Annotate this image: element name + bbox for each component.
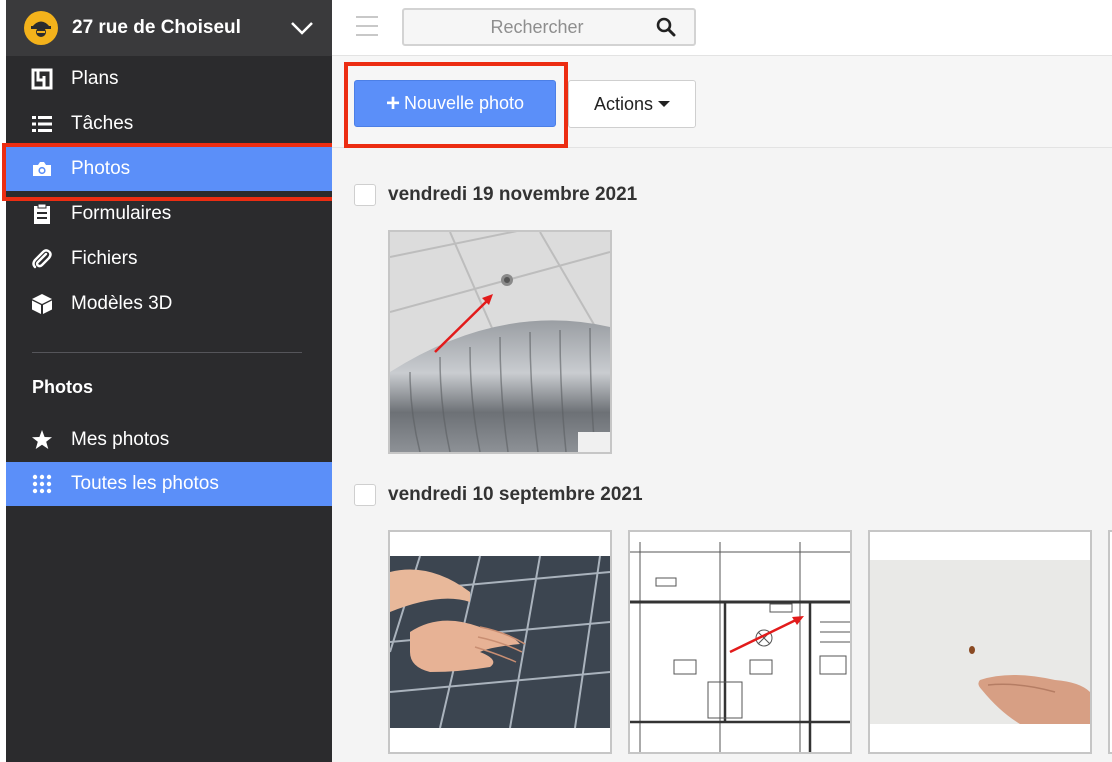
plus-icon: +: [385, 89, 400, 117]
group-select-checkbox[interactable]: [354, 484, 376, 506]
nav-item-toutes-les-photos[interactable]: Toutes les photos: [6, 462, 332, 506]
date-group-header: vendredi 19 novembre 2021: [354, 184, 637, 206]
chevron-down-icon[interactable]: [272, 21, 332, 35]
clipboard-icon: [30, 202, 54, 226]
caret-down-icon: [658, 101, 671, 107]
nav-item-label: Photos: [71, 157, 131, 179]
toolbar: + Nouvelle photo Actions: [332, 56, 1112, 148]
list-icon: [30, 112, 54, 136]
nav-item-label: Toutes les photos: [71, 473, 219, 494]
top-bar: Rechercher: [332, 0, 1112, 56]
nav-item-label: Mes photos: [71, 429, 170, 450]
paperclip-icon: [30, 247, 54, 271]
cube-icon: [30, 292, 54, 316]
new-photo-label: Nouvelle photo: [403, 93, 525, 113]
photo-thumbnail[interactable]: [388, 530, 612, 754]
camera-icon: [30, 157, 54, 181]
hamburger-menu-icon[interactable]: [356, 16, 378, 38]
nav-item-formulaires[interactable]: Formulaires: [6, 191, 332, 236]
floor-plan-photo: [630, 532, 850, 752]
solar-panel-photo: [390, 532, 610, 752]
search-input[interactable]: Rechercher: [402, 8, 696, 46]
actions-label: Actions: [593, 93, 654, 114]
sidebar-divider: [32, 352, 302, 353]
search-placeholder: Rechercher: [490, 16, 584, 37]
photo-thumbnail[interactable]: [868, 530, 1092, 754]
group-date: vendredi 10 septembre 2021: [388, 484, 643, 505]
star-icon: [30, 428, 54, 452]
nav-item-modeles-3d[interactable]: Modèles 3D: [6, 281, 332, 326]
ceiling-duct-photo: [390, 232, 610, 452]
nav-item-label: Modèles 3D: [71, 292, 173, 314]
actions-dropdown-button[interactable]: Actions: [568, 80, 696, 128]
nav-item-photos[interactable]: Photos: [6, 146, 332, 191]
wall-hole-photo: [870, 532, 1090, 752]
nav-item-label: Tâches: [71, 112, 134, 134]
sidebar: 27 rue de Choiseul Plans Tâches Photos F…: [6, 0, 332, 762]
nav-item-fichiers[interactable]: Fichiers: [6, 236, 332, 281]
group-select-checkbox[interactable]: [354, 184, 376, 206]
nav-item-taches[interactable]: Tâches: [6, 101, 332, 146]
nav-item-label: Fichiers: [71, 247, 138, 269]
plans-icon: [30, 67, 54, 91]
group-date: vendredi 19 novembre 2021: [388, 184, 638, 205]
photo-thumbnail-partial[interactable]: [1108, 530, 1112, 754]
nav-item-label: Formulaires: [71, 202, 172, 224]
nav-item-mes-photos[interactable]: Mes photos: [6, 418, 332, 462]
photos-subnav: Mes photos Toutes les photos: [6, 418, 332, 506]
photo-gallery: vendredi 19 novembre 2021 vendredi 10 se…: [332, 148, 1112, 762]
project-selector[interactable]: 27 rue de Choiseul: [6, 0, 332, 56]
grid-icon: [30, 472, 54, 496]
new-photo-button[interactable]: + Nouvelle photo: [354, 80, 556, 127]
section-title: Photos: [32, 377, 93, 397]
main-nav: Plans Tâches Photos Formulaires Fichiers: [6, 56, 332, 326]
photo-thumbnail[interactable]: [628, 530, 852, 754]
date-group-header: vendredi 10 septembre 2021: [354, 484, 643, 506]
nav-item-label: Plans: [71, 67, 119, 89]
photo-thumbnail[interactable]: [388, 230, 612, 454]
nav-item-plans[interactable]: Plans: [6, 56, 332, 101]
project-name: 27 rue de Choiseul: [72, 17, 241, 38]
construction-worker-icon: [24, 11, 58, 45]
search-icon[interactable]: [656, 17, 676, 42]
